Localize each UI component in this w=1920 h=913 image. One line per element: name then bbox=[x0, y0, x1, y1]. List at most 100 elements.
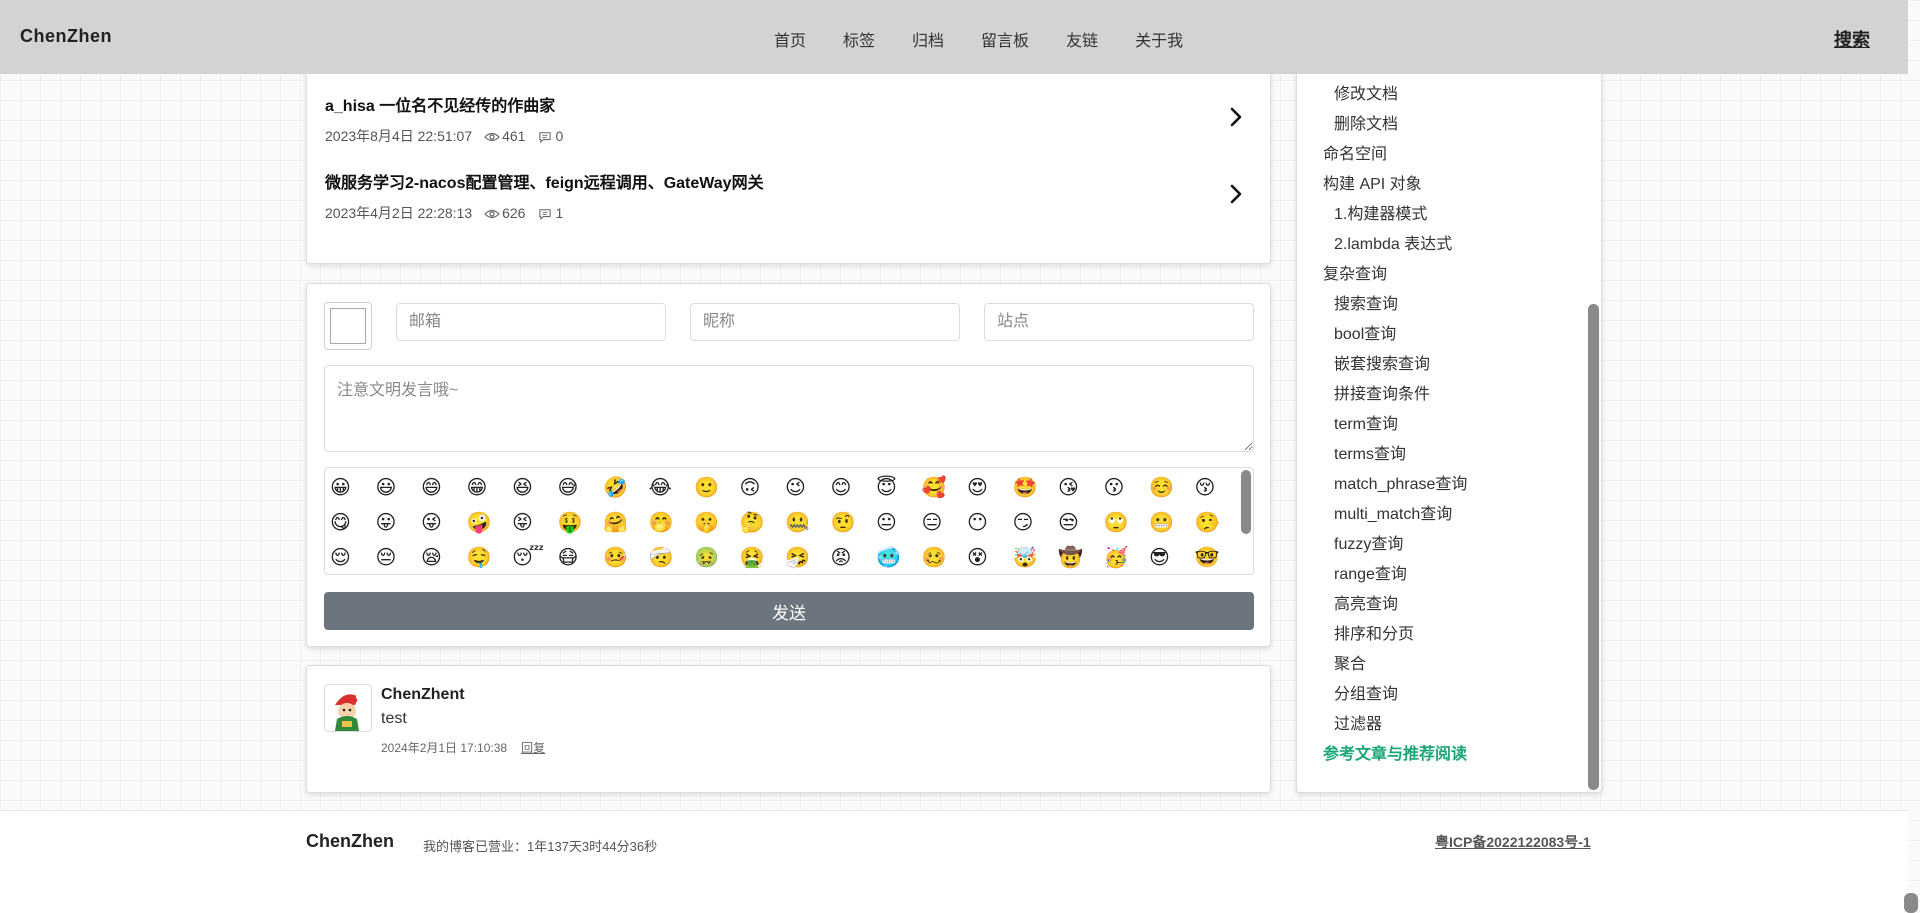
emoji-item[interactable]: 😛 bbox=[376, 510, 400, 534]
emoji-item[interactable]: 😆 bbox=[512, 475, 536, 499]
toc-item[interactable]: 搜索查询 bbox=[1323, 290, 1583, 320]
toc-item[interactable]: 复杂查询 bbox=[1323, 260, 1583, 290]
toc-item[interactable]: bool查询 bbox=[1323, 320, 1583, 350]
emoji-item[interactable]: 😡 bbox=[831, 545, 855, 569]
nickname-field[interactable] bbox=[690, 303, 960, 341]
emoji-item[interactable]: 🤩 bbox=[1013, 475, 1038, 499]
emoji-item[interactable]: 🤔 bbox=[740, 510, 765, 534]
post-item[interactable]: a_hisa 一位名不见经传的作曲家 2023年8月4日 22:51:07 46… bbox=[325, 92, 1255, 152]
site-field[interactable] bbox=[984, 303, 1254, 341]
emoji-item[interactable]: 😶 bbox=[967, 510, 991, 534]
emoji-item[interactable]: 😴 bbox=[512, 545, 544, 569]
nav-guestbook[interactable]: 留言板 bbox=[981, 27, 1029, 51]
toc-item[interactable]: 1.构建器模式 bbox=[1323, 200, 1583, 230]
post-item[interactable]: 微服务学习2-nacos配置管理、feign远程调用、GateWay网关 202… bbox=[325, 169, 1255, 229]
toc-item[interactable]: 参考文章与推荐阅读 bbox=[1323, 740, 1583, 770]
toc-item[interactable]: 嵌套搜索查询 bbox=[1323, 350, 1583, 380]
toc-scrollbar[interactable] bbox=[1588, 304, 1599, 790]
emoji-item[interactable]: 🙃 bbox=[740, 475, 764, 499]
emoji-item[interactable]: 😵 bbox=[967, 545, 991, 569]
emoji-item[interactable]: 😇 bbox=[876, 475, 900, 499]
post-title[interactable]: 微服务学习2-nacos配置管理、feign远程调用、GateWay网关 bbox=[325, 169, 1255, 193]
emoji-item[interactable]: 😄 bbox=[421, 475, 445, 499]
emoji-item[interactable]: 🤑 bbox=[558, 510, 583, 534]
emoji-item[interactable]: 🤠 bbox=[1058, 545, 1083, 569]
toc-item[interactable]: 拼接查询条件 bbox=[1323, 380, 1583, 410]
nav-home[interactable]: 首页 bbox=[774, 27, 806, 51]
toc-item[interactable]: 聚合 bbox=[1323, 650, 1583, 680]
emoji-item[interactable]: 🤤 bbox=[467, 545, 492, 569]
post-title[interactable]: a_hisa 一位名不见经传的作曲家 bbox=[325, 92, 1255, 116]
toc-item[interactable]: terms查询 bbox=[1323, 440, 1583, 470]
toc-item[interactable]: fuzzy查询 bbox=[1323, 530, 1583, 560]
toc-item[interactable]: multi_match查询 bbox=[1323, 500, 1583, 530]
chevron-right-icon[interactable] bbox=[1225, 106, 1247, 128]
emoji-item[interactable]: 😗 bbox=[1104, 475, 1128, 499]
emoji-item[interactable]: 🤫 bbox=[694, 510, 719, 534]
emoji-item[interactable]: 😎 bbox=[1149, 545, 1173, 569]
emoji-item[interactable]: 🤯 bbox=[1013, 545, 1038, 569]
toc-item[interactable]: 分组查询 bbox=[1323, 680, 1583, 710]
toc-item[interactable]: 过滤器 bbox=[1323, 710, 1583, 740]
nav-tags[interactable]: 标签 bbox=[843, 27, 875, 51]
emoji-item[interactable]: 😍 bbox=[967, 475, 991, 499]
emoji-item[interactable]: 😌 bbox=[330, 545, 354, 569]
emoji-item[interactable]: 😁 bbox=[467, 475, 491, 499]
emoji-item[interactable]: 😀 bbox=[330, 475, 354, 499]
toc-item[interactable]: match_phrase查询 bbox=[1323, 470, 1583, 500]
toc-item[interactable]: 删除文档 bbox=[1323, 110, 1583, 140]
emoji-item[interactable]: 😊 bbox=[831, 475, 855, 499]
toc-item[interactable]: term查询 bbox=[1323, 410, 1583, 440]
email-field[interactable] bbox=[396, 303, 666, 341]
search-button[interactable]: 搜索 bbox=[1834, 26, 1870, 52]
emoji-item[interactable]: 😘 bbox=[1058, 475, 1082, 499]
emoji-item[interactable]: 😋 bbox=[330, 510, 354, 534]
nav-friend-links[interactable]: 友链 bbox=[1066, 27, 1098, 51]
emoji-item[interactable]: ☺️ bbox=[1149, 475, 1174, 499]
site-brand[interactable]: ChenZhen bbox=[20, 26, 112, 47]
emoji-item[interactable]: 🤭 bbox=[649, 510, 674, 534]
toc-item[interactable]: 高亮查询 bbox=[1323, 590, 1583, 620]
toc-item[interactable]: range查询 bbox=[1323, 560, 1583, 590]
emoji-item[interactable]: 🤒 bbox=[603, 545, 628, 569]
emoji-item[interactable]: 🤐 bbox=[785, 510, 810, 534]
emoji-item[interactable]: 🤮 bbox=[740, 545, 765, 569]
nav-archive[interactable]: 归档 bbox=[912, 27, 944, 51]
emoji-item[interactable]: 🥴 bbox=[922, 545, 947, 569]
emoji-item[interactable]: 😐 bbox=[876, 510, 900, 534]
page-scrollbar[interactable] bbox=[1904, 893, 1918, 913]
toc-item[interactable]: 修改文档 bbox=[1323, 80, 1583, 110]
emoji-item[interactable]: 🥳 bbox=[1104, 545, 1129, 569]
emoji-item[interactable]: 🤗 bbox=[603, 510, 628, 534]
emoji-item[interactable]: 😝 bbox=[512, 510, 536, 534]
emoji-item[interactable]: 😜 bbox=[421, 510, 445, 534]
emoji-item[interactable]: 😷 bbox=[558, 545, 582, 569]
emoji-item[interactable]: 🤕 bbox=[649, 545, 674, 569]
send-button[interactable]: 发送 bbox=[324, 592, 1254, 630]
nav-about[interactable]: 关于我 bbox=[1135, 27, 1183, 51]
emoji-panel-scrollbar[interactable] bbox=[1241, 470, 1251, 534]
emoji-item[interactable]: 🤓 bbox=[1195, 545, 1220, 569]
icp-link[interactable]: 粤ICP备2022122083号-1 bbox=[1435, 832, 1591, 852]
emoji-item[interactable]: 😅 bbox=[558, 475, 582, 499]
toc-item[interactable]: 排序和分页 bbox=[1323, 620, 1583, 650]
emoji-item[interactable]: 😒 bbox=[1058, 510, 1082, 534]
toc-item[interactable]: 构建 API 对象 bbox=[1323, 170, 1583, 200]
emoji-item[interactable]: 🤢 bbox=[694, 545, 719, 569]
emoji-item[interactable]: 🤧 bbox=[785, 545, 810, 569]
emoji-item[interactable]: 🥰 bbox=[922, 475, 947, 499]
emoji-item[interactable]: 😔 bbox=[376, 545, 400, 569]
reply-link[interactable]: 回复 bbox=[521, 739, 545, 756]
emoji-item[interactable]: 🤪 bbox=[467, 510, 492, 534]
emoji-item[interactable]: 😃 bbox=[376, 475, 400, 499]
emoji-item[interactable]: 🤨 bbox=[831, 510, 856, 534]
emoji-item[interactable]: 🥶 bbox=[876, 545, 901, 569]
emoji-item[interactable]: 😪 bbox=[421, 545, 445, 569]
comment-textarea[interactable] bbox=[324, 365, 1254, 452]
emoji-item[interactable]: 🤥 bbox=[1195, 510, 1220, 534]
emoji-item[interactable]: 😑 bbox=[922, 510, 946, 534]
emoji-item[interactable]: 🤣 bbox=[603, 475, 628, 499]
emoji-item[interactable]: 😏 bbox=[1013, 510, 1037, 534]
chevron-right-icon[interactable] bbox=[1225, 183, 1247, 205]
emoji-item[interactable]: 😬 bbox=[1149, 510, 1174, 534]
